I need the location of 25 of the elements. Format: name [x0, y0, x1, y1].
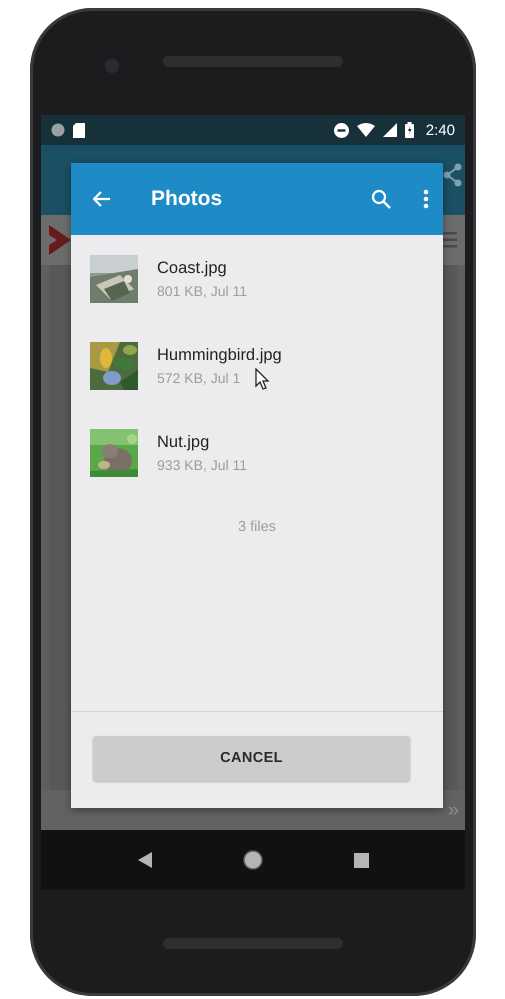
file-name[interactable]: Coast.jpg [157, 256, 227, 278]
back-icon[interactable] [138, 852, 152, 868]
wifi-icon [356, 123, 375, 137]
chevron-logo-icon [49, 225, 71, 255]
file-details: 933 KB, Jul 11 [157, 456, 248, 474]
do-not-disturb-icon [334, 122, 349, 138]
battery-icon [404, 122, 414, 138]
back-arrow-icon[interactable] [93, 191, 111, 207]
more-options-icon[interactable] [423, 189, 429, 209]
file-name[interactable]: Hummingbird.jpg [157, 344, 282, 366]
status-time: 2:40 [426, 122, 455, 138]
file-details: 572 KB, Jul 1 [157, 368, 240, 388]
file-count: 3 files [237, 519, 277, 535]
mouse-cursor-icon [255, 368, 271, 392]
share-icon [443, 163, 463, 187]
home-icon[interactable] [242, 849, 264, 871]
signal-icon [382, 123, 397, 137]
sd-card-icon [73, 122, 85, 138]
circle-icon [51, 123, 65, 137]
cancel-button[interactable]: CANCEL [93, 736, 410, 780]
dialog-title: Photos [151, 187, 224, 211]
search-icon[interactable] [371, 189, 391, 209]
file-name[interactable]: Nut.jpg [157, 430, 210, 452]
recents-icon[interactable] [354, 852, 368, 868]
file-details: 801 KB, Jul 11 [157, 282, 248, 300]
